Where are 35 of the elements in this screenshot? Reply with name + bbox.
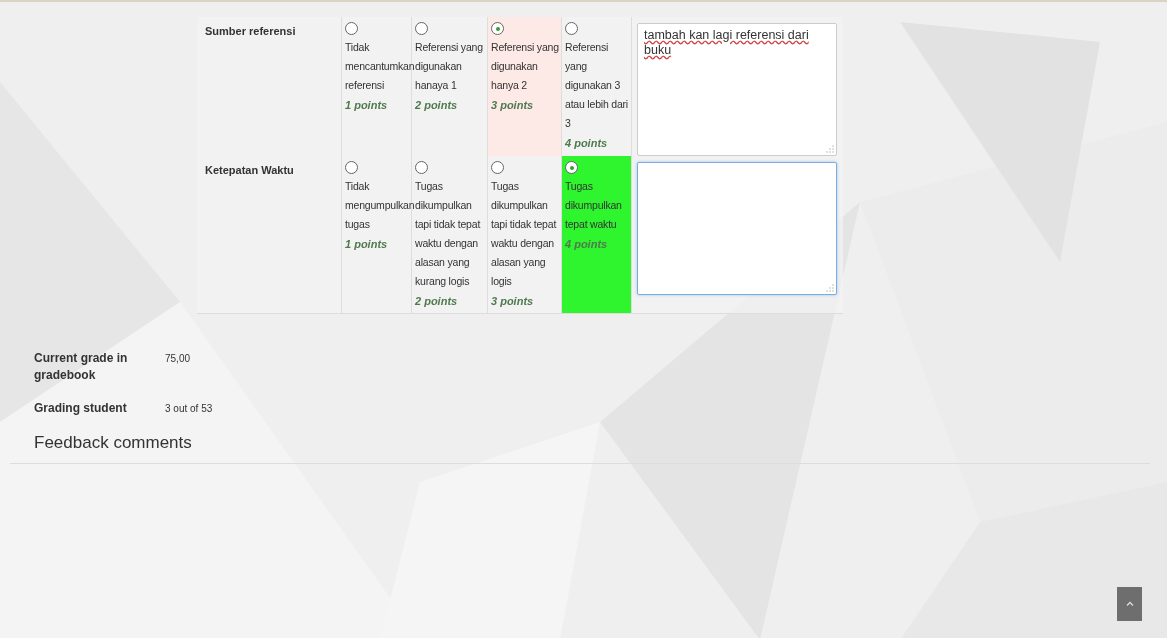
level-points: 4 points (565, 137, 608, 149)
level-description: Tugas dikumpulkan tapi tidak tepat waktu dengan alasan yang logis (491, 179, 558, 289)
remark-field[interactable] (637, 162, 837, 295)
radio-button[interactable] (491, 161, 504, 174)
summary-label: Grading student (34, 400, 128, 417)
level-points: 4 points (565, 238, 608, 250)
summary-value: 75,00 (165, 352, 191, 366)
radio-button[interactable] (565, 22, 578, 35)
summary-label: Current grade in gradebook (34, 350, 129, 384)
level-description: Referensi yang digunakan hanaya 1 (415, 40, 484, 93)
radio-button[interactable] (345, 161, 358, 174)
resize-grip-icon[interactable] (826, 284, 834, 292)
section-heading: Feedback comments (10, 433, 1150, 464)
level-points: 2 points (415, 99, 458, 111)
radio-button[interactable] (491, 22, 504, 35)
level-description: Tugas dikumpulkan tepat waktu (565, 179, 623, 232)
level-description: Referensi yang digunakan hanya 2 (491, 40, 560, 93)
level-points: 2 points (415, 295, 458, 307)
remark-field[interactable]: tambah kan lagi referensi dari buku (637, 23, 837, 156)
level-points: 1 points (345, 238, 388, 250)
radio-button[interactable] (565, 161, 578, 174)
caret-icon (1125, 601, 1134, 607)
radio-button[interactable] (415, 161, 428, 174)
level-description: Tugas dikumpulkan tapi tidak tepat waktu dengan alasan yang kurang logis (415, 179, 482, 289)
level-points: 3 points (491, 295, 534, 307)
radio-button[interactable] (345, 22, 358, 35)
level-description: Tidak mencantumkan referensi (345, 40, 415, 93)
level-points: 3 points (491, 99, 534, 111)
radio-button[interactable] (415, 22, 428, 35)
level-points: 1 points (345, 99, 388, 111)
summary-value: 3 out of 53 (165, 402, 213, 416)
criterion-label: Sumber referensi (197, 17, 342, 156)
resize-grip-icon[interactable] (826, 145, 834, 153)
criterion-label: Ketepatan Waktu (197, 156, 342, 313)
level-description: Referensi yang digunakan 3 atau lebih dari 3 (565, 40, 629, 131)
